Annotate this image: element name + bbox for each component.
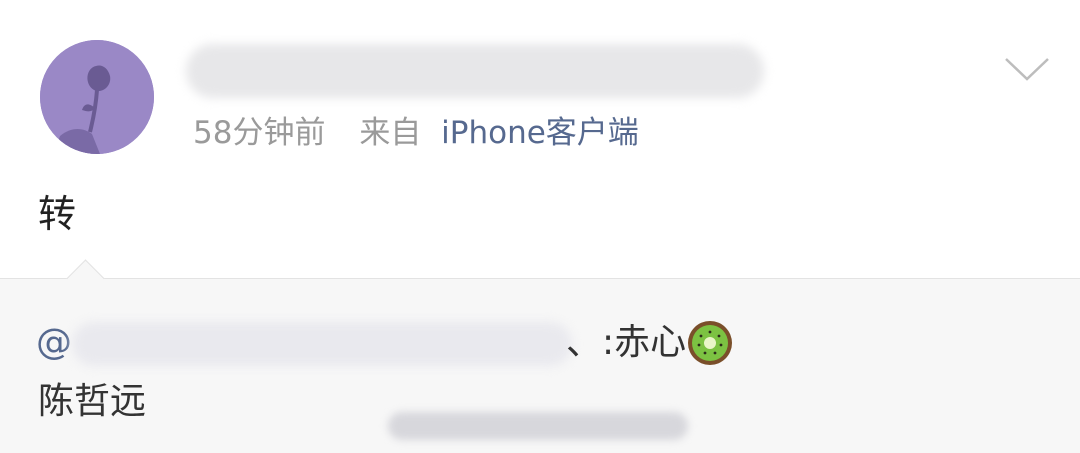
- rose-image: [40, 40, 154, 154]
- source-device-link[interactable]: iPhone客户端: [441, 115, 639, 151]
- chevron-down-icon[interactable]: [1004, 56, 1050, 82]
- quoted-text-line2: 陈哲远: [38, 381, 147, 422]
- redacted-content: [388, 412, 688, 440]
- source-label: 来自: [359, 115, 422, 151]
- kiwi-emoji: [688, 321, 732, 365]
- mention-redacted[interactable]: [72, 322, 572, 366]
- mention-at[interactable]: @: [36, 322, 72, 363]
- quoted-text-tail: 、:赤心: [566, 322, 687, 363]
- post-meta: 58分钟前 来自 iPhone客户端: [193, 111, 639, 155]
- quoted-author-line: @: [36, 318, 72, 368]
- post-time: 58分钟前: [193, 115, 326, 151]
- post-text: 转: [38, 192, 77, 236]
- avatar[interactable]: [40, 40, 154, 154]
- username-redacted[interactable]: [186, 44, 764, 98]
